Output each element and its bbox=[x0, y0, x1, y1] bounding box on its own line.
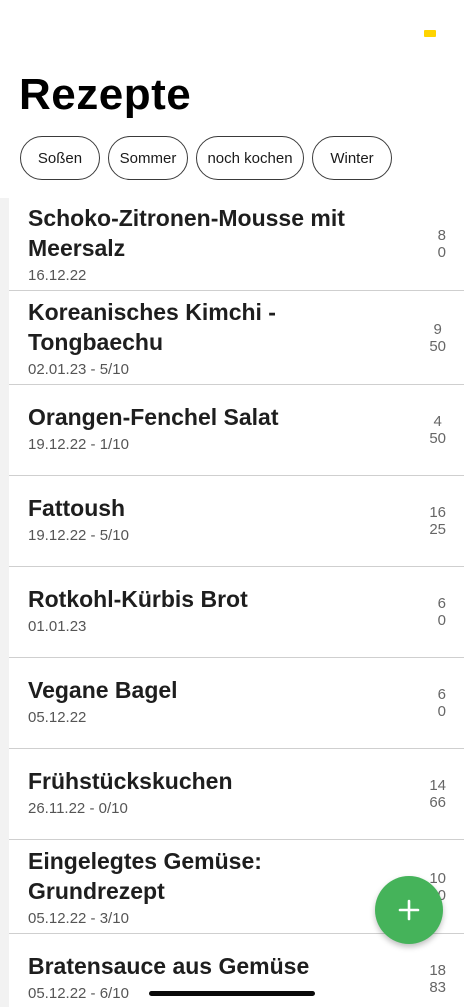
recipe-counts: 16 25 bbox=[429, 504, 446, 538]
recipe-item[interactable]: Schoko-Zitronen-Mousse mit Meersalz 16.1… bbox=[9, 198, 464, 291]
recipe-title: Eingelegtes Gemüse: Grundrezept bbox=[28, 848, 262, 904]
header: Rezepte Soßen Sommer noch kochen Winter bbox=[0, 0, 464, 198]
recipe-counts: 14 66 bbox=[429, 777, 446, 811]
recipe-title: Orangen-Fenchel Salat bbox=[28, 404, 279, 430]
recipe-count-bottom: 83 bbox=[429, 979, 446, 996]
recipe-item[interactable]: Frühstückskuchen 26.11.22 - 0/10 14 66 bbox=[9, 749, 464, 840]
status-indicator bbox=[424, 30, 436, 37]
recipe-count-bottom: 0 bbox=[437, 703, 446, 720]
home-indicator bbox=[149, 991, 315, 996]
recipe-item[interactable]: Orangen-Fenchel Salat 19.12.22 - 1/10 4 … bbox=[9, 385, 464, 476]
recipe-title: Fattoush bbox=[28, 495, 126, 521]
recipe-count-top: 8 bbox=[437, 227, 446, 244]
recipe-subtitle: 02.01.23 - 5/10 bbox=[28, 361, 129, 378]
recipe-count-top: 6 bbox=[437, 595, 446, 612]
recipe-count-bottom: 0 bbox=[437, 612, 446, 629]
recipe-count-top: 9 bbox=[433, 320, 442, 338]
recipe-count-top: 18 bbox=[429, 962, 446, 979]
recipe-count-bottom: 25 bbox=[429, 521, 446, 538]
recipe-item[interactable]: Koreanisches Kimchi - Tongbaechu 02.01.2… bbox=[9, 291, 464, 385]
filter-chips: Soßen Sommer noch kochen Winter bbox=[20, 136, 392, 180]
recipe-count-top: 14 bbox=[429, 777, 446, 794]
filter-chip-sossen[interactable]: Soßen bbox=[20, 136, 100, 180]
recipe-count-bottom: 66 bbox=[429, 794, 446, 811]
recipe-count-bottom: 50 bbox=[429, 337, 446, 355]
filter-chip-noch-kochen[interactable]: noch kochen bbox=[196, 136, 304, 180]
recipe-title: Vegane Bagel bbox=[28, 677, 178, 703]
recipe-title: Koreanisches Kimchi - Tongbaechu bbox=[28, 299, 276, 355]
recipe-count-bottom: 0 bbox=[437, 244, 446, 261]
recipe-subtitle: 16.12.22 bbox=[28, 267, 87, 284]
recipe-counts: 4 50 bbox=[429, 413, 446, 447]
filter-chip-sommer[interactable]: Sommer bbox=[108, 136, 188, 180]
recipe-item[interactable]: Bratensauce aus Gemüse 05.12.22 - 6/10 1… bbox=[9, 934, 464, 1007]
recipe-title: Frühstückskuchen bbox=[28, 768, 233, 794]
recipe-counts: 8 0 bbox=[438, 227, 446, 261]
plus-icon bbox=[398, 899, 420, 921]
recipe-count-top: 16 bbox=[429, 504, 446, 521]
page-title: Rezepte bbox=[19, 70, 192, 119]
recipe-title: Schoko-Zitronen-Mousse mit Meersalz bbox=[28, 205, 345, 261]
recipe-subtitle: 26.11.22 - 0/10 bbox=[28, 800, 128, 817]
recipe-subtitle: 19.12.22 - 5/10 bbox=[28, 527, 129, 544]
recipe-count-top: 4 bbox=[433, 413, 442, 430]
recipe-subtitle: 05.12.22 bbox=[28, 709, 87, 726]
recipe-counts: 6 0 bbox=[438, 686, 446, 720]
recipe-subtitle: 01.01.23 bbox=[28, 618, 87, 635]
recipe-counts: 6 0 bbox=[438, 595, 446, 629]
recipe-subtitle: 05.12.22 - 3/10 bbox=[28, 910, 129, 927]
recipe-count-top: 6 bbox=[437, 686, 446, 703]
add-recipe-button[interactable] bbox=[375, 876, 443, 944]
recipe-subtitle: 19.12.22 - 1/10 bbox=[28, 436, 129, 453]
recipe-item[interactable]: Vegane Bagel 05.12.22 6 0 bbox=[9, 658, 464, 749]
recipe-count-bottom: 50 bbox=[429, 430, 446, 447]
recipe-item[interactable]: Rotkohl-Kürbis Brot 01.01.23 6 0 bbox=[9, 567, 464, 658]
recipe-title: Bratensauce aus Gemüse bbox=[28, 953, 310, 979]
recipe-counts: 9 50 bbox=[429, 321, 446, 355]
filter-chip-winter[interactable]: Winter bbox=[312, 136, 392, 180]
recipe-title: Rotkohl-Kürbis Brot bbox=[28, 586, 248, 612]
recipe-counts: 18 83 bbox=[429, 962, 446, 996]
recipe-item[interactable]: Fattoush 19.12.22 - 5/10 16 25 bbox=[9, 476, 464, 567]
